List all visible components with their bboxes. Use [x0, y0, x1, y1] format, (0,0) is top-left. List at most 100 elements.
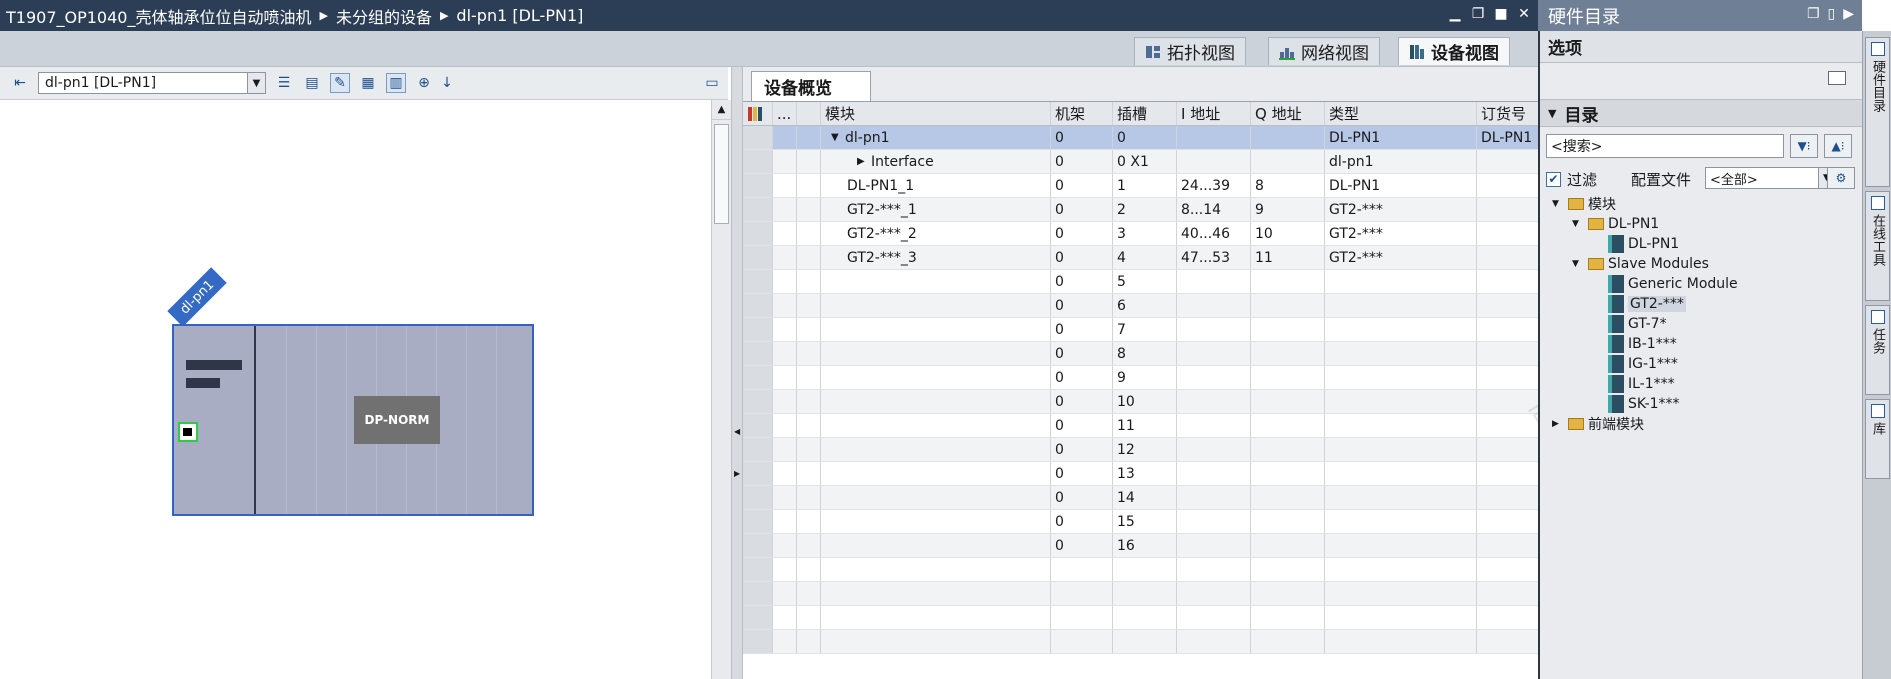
column-header[interactable]: 类型 [1325, 102, 1477, 125]
side-tab-library[interactable]: 库 [1865, 399, 1890, 479]
table-row[interactable]: 0 11 [743, 414, 1538, 438]
table-row[interactable]: ▶ Interface 0 0 X1 dl-pn1 [743, 150, 1538, 174]
side-tab-online-tools[interactable]: 在线工具 [1865, 191, 1890, 301]
table-row[interactable]: 0 15 [743, 510, 1538, 534]
table-row[interactable]: 0 10 [743, 390, 1538, 414]
restore-icon[interactable]: ❐ [1807, 6, 1820, 22]
device-name-label[interactable]: dl-pn1 [167, 267, 227, 327]
overview-toggle-icon[interactable]: ▭ [702, 73, 722, 93]
table-row[interactable]: ▼ dl-pn1 0 0 DL-PN1 DL-PN1 [743, 126, 1538, 150]
search-down-icon[interactable]: ▼⁝ [1790, 134, 1818, 158]
device-select[interactable]: dl-pn1 [DL-PN1] ▼ [38, 72, 266, 94]
side-tab-tasks[interactable]: 任务 [1865, 305, 1890, 395]
port-icon[interactable] [178, 422, 198, 442]
network-overview-icon[interactable]: ⇤ [10, 73, 30, 93]
canvas-scrollbar[interactable]: ▲ [711, 100, 731, 679]
table-row[interactable] [743, 606, 1538, 630]
tab-network-view[interactable]: 网络视图 [1268, 37, 1380, 65]
device-canvas[interactable]: dl-pn1 DP-NORM [0, 100, 711, 679]
catalog-tree-item[interactable]: SK-1*** [1592, 393, 1680, 415]
expand-right-icon[interactable]: ▶ [857, 156, 871, 167]
table-row[interactable]: GT2-***_1 0 2 8...14 9 GT2-*** [743, 198, 1538, 222]
column-header[interactable]: 插槽 [1113, 102, 1177, 125]
options-header[interactable]: 选项 [1540, 31, 1862, 63]
show-names-icon[interactable]: ▤ [302, 73, 322, 93]
catalog-tree-item[interactable]: ▼ Slave Modules [1572, 253, 1709, 275]
column-header[interactable]: 模块 [821, 102, 1051, 125]
table-row[interactable]: 06 [743, 294, 1538, 318]
expand-down-icon[interactable]: ▼ [1572, 259, 1584, 269]
pin-icon[interactable]: ▯ [1828, 6, 1836, 22]
options-toggle-icon[interactable] [1828, 71, 1846, 85]
table-row[interactable]: 0 14 [743, 486, 1538, 510]
pen-icon[interactable]: ✎ [330, 73, 350, 93]
panel-splitter[interactable]: ◀ ▶ [731, 67, 743, 679]
expand-down-icon[interactable]: ▼ [831, 132, 845, 143]
maximize-icon[interactable]: ■ [1493, 6, 1509, 22]
close-icon[interactable]: ✕ [1516, 6, 1532, 22]
table-row[interactable]: 08 [743, 342, 1538, 366]
table-row[interactable]: 0 16 [743, 534, 1538, 558]
collapse-left-icon[interactable]: ◀ [734, 427, 740, 436]
catalog-tree-item[interactable]: IG-1*** [1592, 353, 1678, 375]
grid-icon[interactable]: ▦ [358, 73, 378, 93]
side-tab-hardware-catalog[interactable]: 硬件目录 [1865, 37, 1890, 187]
profile-config-icon[interactable]: ⚙ [1827, 167, 1855, 189]
zoom-dropdown-icon[interactable]: ↓ [441, 73, 453, 93]
catalog-tree-item[interactable]: Generic Module [1592, 273, 1738, 295]
chevron-down-icon[interactable]: ▼ [1548, 107, 1556, 120]
search-up-icon[interactable]: ▲⁝ [1824, 134, 1852, 158]
column-header[interactable]: I 地址 [1177, 102, 1251, 125]
table-row[interactable]: GT2-***_3 0 4 47...53 11 GT2-*** [743, 246, 1538, 270]
table-row[interactable] [743, 558, 1538, 582]
breadcrumb-device[interactable]: dl-pn1 [DL-PN1] [456, 6, 583, 25]
table-row[interactable]: 07 [743, 318, 1538, 342]
table-row[interactable]: GT2-***_2 0 3 40...46 10 GT2-*** [743, 222, 1538, 246]
zoom-icon[interactable]: ⊕ [414, 73, 434, 93]
catalog-tree-item[interactable]: ▼ DL-PN1 [1572, 213, 1659, 235]
collapse-right-icon[interactable]: ▶ [1843, 6, 1854, 22]
table-row[interactable] [743, 582, 1538, 606]
table-row[interactable] [743, 630, 1538, 654]
tab-device-overview[interactable]: 设备概览 [751, 71, 871, 101]
table-row[interactable]: 0 12 [743, 438, 1538, 462]
page-break-icon[interactable]: ▥ [386, 73, 406, 93]
tab-device-view[interactable]: 设备视图 [1398, 37, 1510, 65]
catalog-tree-item[interactable]: IB-1*** [1592, 333, 1677, 355]
column-header[interactable]: 机架 [1051, 102, 1113, 125]
head-module[interactable] [174, 326, 256, 514]
expand-right-icon[interactable]: ▶ [1552, 419, 1564, 429]
breadcrumb-project[interactable]: T1907_OP1040_壳体轴承位位自动喷油机 [6, 4, 311, 28]
column-header[interactable] [797, 102, 821, 125]
profile-select[interactable]: <全部> ▼ [1705, 167, 1835, 189]
column-header[interactable]: Q 地址 [1251, 102, 1325, 125]
device-rack[interactable]: DP-NORM [172, 324, 534, 516]
catalog-section-header[interactable]: ▼ 目录 [1540, 99, 1862, 127]
catalog-tree-item[interactable]: GT-7* [1592, 313, 1667, 335]
scroll-thumb[interactable] [714, 124, 729, 224]
catalog-tree-item[interactable]: ▶ 前端模块 [1552, 413, 1644, 435]
catalog-tree-item[interactable]: ▼ 模块 [1552, 193, 1616, 215]
table-row[interactable]: 0 13 [743, 462, 1538, 486]
restore-icon[interactable]: ❐ [1470, 6, 1486, 22]
catalog-tree-item[interactable]: GT2-*** [1592, 293, 1686, 315]
filter-icon[interactable] [743, 102, 773, 125]
tab-topology-view[interactable]: 拓扑视图 [1134, 37, 1246, 65]
module-block[interactable]: DP-NORM [354, 396, 440, 444]
expand-down-icon[interactable]: ▼ [1552, 199, 1564, 209]
breadcrumb-group[interactable]: 未分组的设备 [336, 4, 432, 28]
column-header[interactable]: 订货号 [1477, 102, 1538, 125]
catalog-tree-item[interactable]: DL-PN1 [1592, 233, 1679, 255]
scroll-up-icon[interactable]: ▲ [712, 100, 731, 120]
catalog-tree-item[interactable]: IL-1*** [1592, 373, 1675, 395]
table-row[interactable]: 05 [743, 270, 1538, 294]
catalog-search-input[interactable]: <搜索> [1546, 134, 1784, 158]
minimize-icon[interactable]: ▁ [1447, 6, 1463, 22]
filter-checkbox[interactable]: ✔ [1546, 171, 1561, 187]
expand-down-icon[interactable]: ▼ [1572, 219, 1584, 229]
collapse-right-icon[interactable]: ▶ [734, 469, 740, 478]
rack-icon[interactable]: ☰ [274, 73, 294, 93]
table-row[interactable]: 09 [743, 366, 1538, 390]
column-header[interactable]: ... [773, 102, 797, 125]
chevron-down-icon[interactable]: ▼ [247, 73, 265, 93]
